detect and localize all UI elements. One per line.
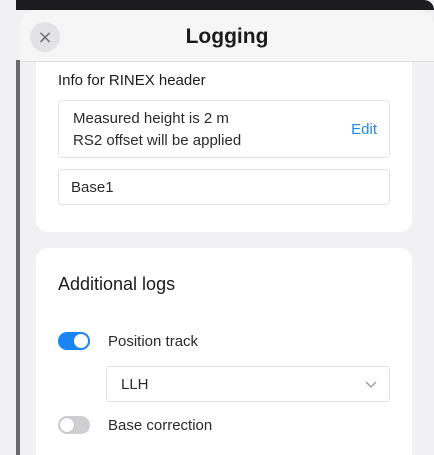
position-track-label: Position track	[108, 333, 199, 350]
chevron-down-icon	[365, 381, 377, 388]
measured-height-text: Measured height is 2 m	[73, 110, 229, 127]
additional-logs-card: Additional logs Position track LLH Base …	[36, 248, 412, 455]
position-track-toggle[interactable]	[58, 332, 90, 350]
antenna-height-info: Measured height is 2 m RS2 offset will b…	[58, 100, 390, 158]
toggle-knob	[74, 334, 88, 348]
base-correction-toggle[interactable]	[58, 416, 90, 434]
toggle-knob	[60, 418, 74, 432]
edit-height-link[interactable]: Edit	[351, 121, 377, 138]
logging-sheet: × Logging Info for RINEX header Measured…	[20, 10, 434, 455]
position-format-select[interactable]: LLH	[106, 366, 390, 402]
screen: × Logging Info for RINEX header Measured…	[0, 0, 434, 455]
background-edge-top	[16, 0, 434, 10]
base-correction-label: Base correction	[108, 417, 213, 434]
page-title: Logging	[185, 25, 269, 48]
position-format-value: LLH	[121, 376, 149, 393]
rinex-card: Info for RINEX header Measured height is…	[36, 62, 412, 232]
offset-text: RS2 offset will be applied	[73, 132, 242, 149]
sheet-header: × Logging	[20, 10, 434, 62]
marker-name-input[interactable]	[58, 169, 390, 205]
rinex-section-label: Info for RINEX header	[58, 72, 206, 89]
additional-logs-heading: Additional logs	[58, 274, 176, 294]
